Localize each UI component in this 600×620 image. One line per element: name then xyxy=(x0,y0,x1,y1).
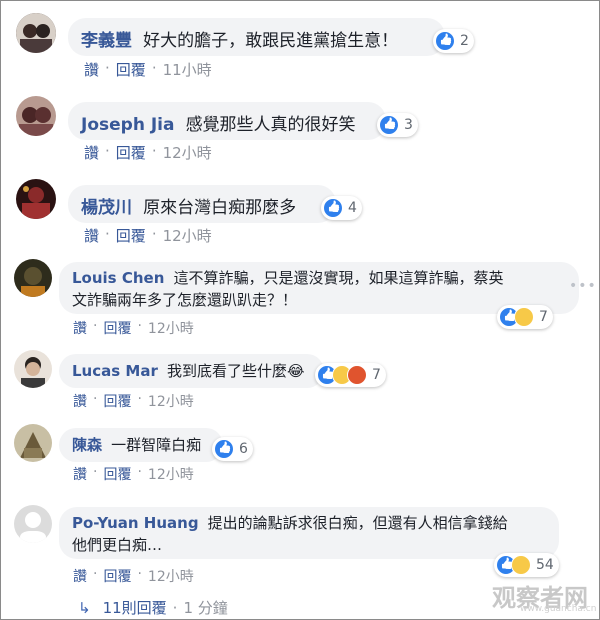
comment-bubble: Joseph Jia 感覺那些人真的很好笑 xyxy=(68,102,386,140)
timestamp[interactable]: 12小時 xyxy=(163,225,212,246)
comment-author[interactable]: 李義豐 xyxy=(81,31,132,51)
like-button[interactable]: 讚 xyxy=(84,142,99,163)
reaction-count: 2 xyxy=(460,33,469,49)
avatar[interactable] xyxy=(16,13,56,53)
comment-bubble: Po-Yuan Huang 提出的論點訴求很白痴，但還有人相信拿錢給 他們更白痴… xyxy=(59,507,559,559)
reaction-summary[interactable]: 6 xyxy=(212,437,253,461)
comment-bubble: Louis Chen 這不算詐騙，只是還沒實現，如果這算詐騙，蔡英 文詐騙兩年多… xyxy=(59,262,579,314)
reaction-summary[interactable]: 3 xyxy=(377,113,418,137)
haha-reaction-icon xyxy=(511,555,531,575)
like-reaction-icon xyxy=(435,31,455,51)
reply-button[interactable]: 回覆 xyxy=(103,391,131,411)
avatar[interactable] xyxy=(14,350,52,388)
timestamp[interactable]: 12小時 xyxy=(163,142,212,163)
comment-text-line-2: 他們更白痴… xyxy=(72,536,163,554)
more-options-icon[interactable]: ••• xyxy=(569,278,597,294)
reaction-summary[interactable]: 7 xyxy=(315,363,386,387)
comment-bubble: 李義豐 好大的膽子，敢跟民進黨搶生意！ xyxy=(68,18,445,56)
reply-button[interactable]: 回覆 xyxy=(103,318,131,338)
reaction-count: 6 xyxy=(239,441,248,457)
comment-bubble: Lucas Mar 我到底看了些什麼😂 xyxy=(59,354,324,388)
reaction-summary[interactable]: 4 xyxy=(321,196,362,220)
timestamp[interactable]: 12小時 xyxy=(148,391,194,411)
reaction-summary[interactable]: 2 xyxy=(433,29,474,53)
comment-author[interactable]: 陳森 xyxy=(72,436,102,454)
reaction-count: 7 xyxy=(539,309,548,325)
timestamp[interactable]: 12小時 xyxy=(148,566,194,586)
comment-author[interactable]: Joseph Jia xyxy=(81,115,174,135)
like-button[interactable]: 讚 xyxy=(73,566,87,586)
reaction-count: 3 xyxy=(404,117,413,133)
reaction-count: 54 xyxy=(536,557,554,573)
reply-button[interactable]: 回覆 xyxy=(103,464,131,484)
reply-button[interactable]: 回覆 xyxy=(103,566,131,586)
comment-actions: 讚 · 回覆 · 11小時 xyxy=(84,59,212,80)
avatar[interactable] xyxy=(16,96,56,136)
comment-text: 原來台灣白痴那麼多 xyxy=(143,198,297,218)
comment-text: 感覺那些人真的很好笑 xyxy=(185,115,356,135)
comment-actions: 讚 · 回覆 · 12小時 xyxy=(84,225,212,246)
avatar[interactable] xyxy=(14,505,52,543)
comment-actions: 讚 · 回覆 · 12小時 xyxy=(73,464,194,484)
comment-text: 我到底看了些什麼😂 xyxy=(166,362,305,380)
like-button[interactable]: 讚 xyxy=(73,391,87,411)
reply-button[interactable]: 回覆 xyxy=(116,142,146,163)
comment-author[interactable]: Louis Chen xyxy=(72,269,164,287)
avatar[interactable] xyxy=(16,179,56,219)
reaction-summary[interactable]: 54 xyxy=(494,553,559,577)
avatar[interactable] xyxy=(14,259,52,297)
like-button[interactable]: 讚 xyxy=(73,464,87,484)
reaction-summary[interactable]: 7 xyxy=(497,305,553,329)
like-button[interactable]: 讚 xyxy=(73,318,87,338)
haha-reaction-icon xyxy=(514,307,534,327)
like-reaction-icon xyxy=(379,115,399,135)
comment-author[interactable]: Lucas Mar xyxy=(72,362,158,380)
comment-text-line-1: 這不算詐騙，只是還沒實現，如果這算詐騙，蔡英 xyxy=(173,269,504,287)
reply-arrow-icon: ↳ xyxy=(78,598,91,617)
like-reaction-icon xyxy=(214,439,234,459)
angry-reaction-icon xyxy=(347,365,367,385)
watermark-url: www.guancha.cn xyxy=(520,604,597,614)
avatar[interactable] xyxy=(14,424,52,462)
comment-text: 一群智障白痴 xyxy=(111,436,202,454)
reaction-count: 4 xyxy=(348,200,357,216)
replies-timestamp: 1 分鐘 xyxy=(183,599,228,617)
like-reaction-icon xyxy=(323,198,343,218)
reply-button[interactable]: 回覆 xyxy=(116,59,146,80)
comment-actions: 讚 · 回覆 · 12小時 xyxy=(84,142,212,163)
replies-count-label[interactable]: 11則回覆 xyxy=(103,597,167,618)
timestamp[interactable]: 12小時 xyxy=(148,464,194,484)
comment-bubble: 陳森 一群智障白痴 xyxy=(59,428,223,462)
like-button[interactable]: 讚 xyxy=(84,225,99,246)
timestamp[interactable]: 11小時 xyxy=(163,59,212,80)
reply-button[interactable]: 回覆 xyxy=(116,225,146,246)
comment-actions: 讚 · 回覆 · 12小時 xyxy=(73,318,194,338)
reaction-count: 7 xyxy=(372,367,381,383)
timestamp[interactable]: 12小時 xyxy=(148,318,194,338)
comment-text: 好大的膽子，敢跟民進黨搶生意！ xyxy=(143,31,399,51)
comment-actions: 讚 · 回覆 · 12小時 xyxy=(73,391,194,411)
comment-author[interactable]: Po-Yuan Huang xyxy=(72,514,199,532)
view-replies-link[interactable]: ↳ 11則回覆 · 1 分鐘 xyxy=(78,597,228,618)
comment-bubble: 楊茂川 原來台灣白痴那麼多 xyxy=(68,185,336,223)
comment-text-line-2: 文詐騙兩年多了怎麼還趴趴走？！ xyxy=(72,291,298,309)
comment-actions: 讚 · 回覆 · 12小時 xyxy=(73,566,194,586)
comment-text-line-1: 提出的論點訴求很白痴，但還有人相信拿錢給 xyxy=(207,514,508,532)
comment-author[interactable]: 楊茂川 xyxy=(81,198,132,218)
like-button[interactable]: 讚 xyxy=(84,59,99,80)
